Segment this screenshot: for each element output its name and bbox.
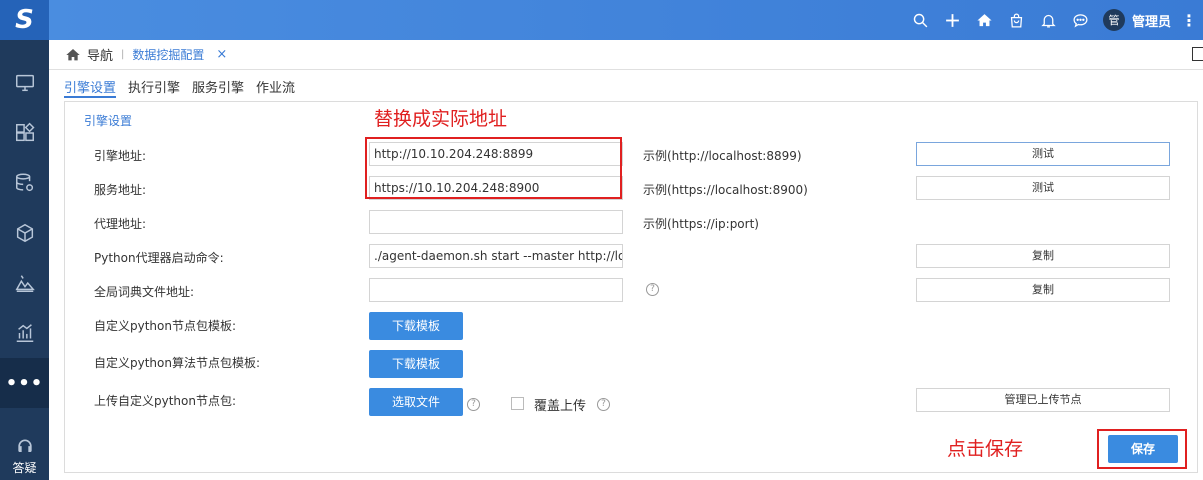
headset-icon xyxy=(17,439,32,452)
overwrite-label: 覆盖上传 xyxy=(534,399,587,414)
node-template-label: 自定义python节点包模板: xyxy=(94,319,237,333)
sidebar-item-cube[interactable] xyxy=(0,208,49,258)
service-address-example: 示例(https://localhost:8900) xyxy=(643,183,808,197)
proxy-address-input[interactable] xyxy=(369,210,623,234)
window-toggle-icon[interactable] xyxy=(1192,47,1203,61)
save-highlight-box xyxy=(1097,429,1187,469)
overwrite-checkbox[interactable] xyxy=(511,397,524,410)
sidebar-item-more[interactable]: ••• xyxy=(0,358,49,408)
engine-settings-panel: 引擎设置 引擎地址: http://10.10.204.248:8899 示例(… xyxy=(64,101,1198,473)
plus-icon xyxy=(946,13,960,27)
service-address-label: 服务地址: xyxy=(94,183,147,197)
upload-help-icon[interactable]: ? xyxy=(467,398,480,411)
sub-tabs: 引擎设置 执行引擎 服务引擎 作业流 xyxy=(64,72,307,98)
click-save-note: 点击保存 xyxy=(947,438,1024,460)
header-toolbar: 管 管理员 ⋮ xyxy=(905,0,1203,40)
chat-icon xyxy=(1073,13,1088,28)
subtab-engine-settings[interactable]: 引擎设置 xyxy=(64,72,117,98)
overwrite-help-icon[interactable]: ? xyxy=(597,398,610,411)
add-button[interactable] xyxy=(937,0,969,40)
dictionary-path-label: 全局词典文件地址: xyxy=(94,285,195,299)
address-highlight-box xyxy=(365,137,622,199)
database-gear-icon xyxy=(15,173,33,192)
tab-data-mining-config[interactable]: 数据挖掘配置 xyxy=(132,46,204,63)
sidebar-item-apps[interactable] xyxy=(0,108,49,158)
subtab-execution-engine[interactable]: 执行引擎 xyxy=(128,72,180,98)
apps-icon xyxy=(15,122,35,142)
manage-nodes-button[interactable]: 管理已上传节点 xyxy=(916,388,1170,412)
upload-package-label: 上传自定义python节点包: xyxy=(94,394,237,408)
logo-letter: S xyxy=(15,5,34,35)
app-logo[interactable]: S xyxy=(0,0,49,40)
more-icon: ••• xyxy=(5,372,44,394)
search-icon xyxy=(914,13,928,27)
username-label[interactable]: 管理员 xyxy=(1132,11,1171,30)
engine-address-example: 示例(http://localhost:8899) xyxy=(643,149,802,163)
algorithm-template-label: 自定义python算法节点包模板: xyxy=(94,356,261,370)
replace-address-note: 替换成实际地址 xyxy=(374,108,508,130)
copy-dictionary-button[interactable]: 复制 xyxy=(916,278,1170,302)
sidebar-item-answer[interactable]: 答疑 xyxy=(0,437,49,476)
cube-icon xyxy=(16,223,33,243)
subtab-service-engine[interactable]: 服务引擎 xyxy=(192,72,244,98)
message-button[interactable] xyxy=(1065,0,1097,40)
python-command-input[interactable]: ./agent-daemon.sh start --master http://… xyxy=(369,244,623,268)
sidebar-item-database[interactable] xyxy=(0,158,49,208)
dictionary-help-icon[interactable]: ? xyxy=(646,283,659,296)
bag-button[interactable] xyxy=(1001,0,1033,40)
notification-button[interactable] xyxy=(1033,0,1065,40)
bell-icon xyxy=(1041,14,1057,28)
landscape-icon xyxy=(15,275,35,292)
sidebar-item-landscape[interactable] xyxy=(0,258,49,308)
sidebar-item-chart[interactable] xyxy=(0,308,49,358)
engine-test-button[interactable]: 测试 xyxy=(916,142,1170,166)
menu-kebab-icon[interactable]: ⋮ xyxy=(1181,11,1197,30)
dictionary-path-input[interactable] xyxy=(369,278,623,302)
left-sidebar: S ••• 答疑 xyxy=(0,0,49,480)
proxy-address-example: 示例(https://ip:port) xyxy=(643,217,759,231)
home-icon xyxy=(977,13,993,26)
subtab-workflow[interactable]: 作业流 xyxy=(256,72,295,98)
proxy-address-label: 代理地址: xyxy=(94,217,147,231)
top-header: 管 管理员 ⋮ xyxy=(49,0,1203,40)
tab-close-icon[interactable]: × xyxy=(216,47,227,62)
monitor-icon xyxy=(15,74,34,92)
answer-label: 答疑 xyxy=(12,461,37,475)
download-algorithm-template-button[interactable]: 下载模板 xyxy=(369,350,463,378)
page-tabstrip: 导航 | 数据挖掘配置 × xyxy=(49,40,1203,70)
choose-file-button[interactable]: 选取文件 xyxy=(369,388,463,416)
engine-address-label: 引擎地址: xyxy=(94,149,147,163)
tab-separator: | xyxy=(121,49,125,60)
home-nav-icon[interactable] xyxy=(65,47,81,63)
sidebar-item-monitor[interactable] xyxy=(0,58,49,108)
section-title: 引擎设置 xyxy=(84,114,133,128)
bag-icon xyxy=(1011,13,1023,28)
search-button[interactable] xyxy=(905,0,937,40)
service-test-button[interactable]: 测试 xyxy=(916,176,1170,200)
user-avatar[interactable]: 管 xyxy=(1102,9,1125,31)
home-button[interactable] xyxy=(969,0,1001,40)
download-node-template-button[interactable]: 下载模板 xyxy=(369,312,463,340)
bar-chart-icon xyxy=(16,324,33,342)
python-command-label: Python代理器启动命令: xyxy=(94,251,224,265)
copy-command-button[interactable]: 复制 xyxy=(916,244,1170,268)
nav-link[interactable]: 导航 xyxy=(87,45,113,64)
